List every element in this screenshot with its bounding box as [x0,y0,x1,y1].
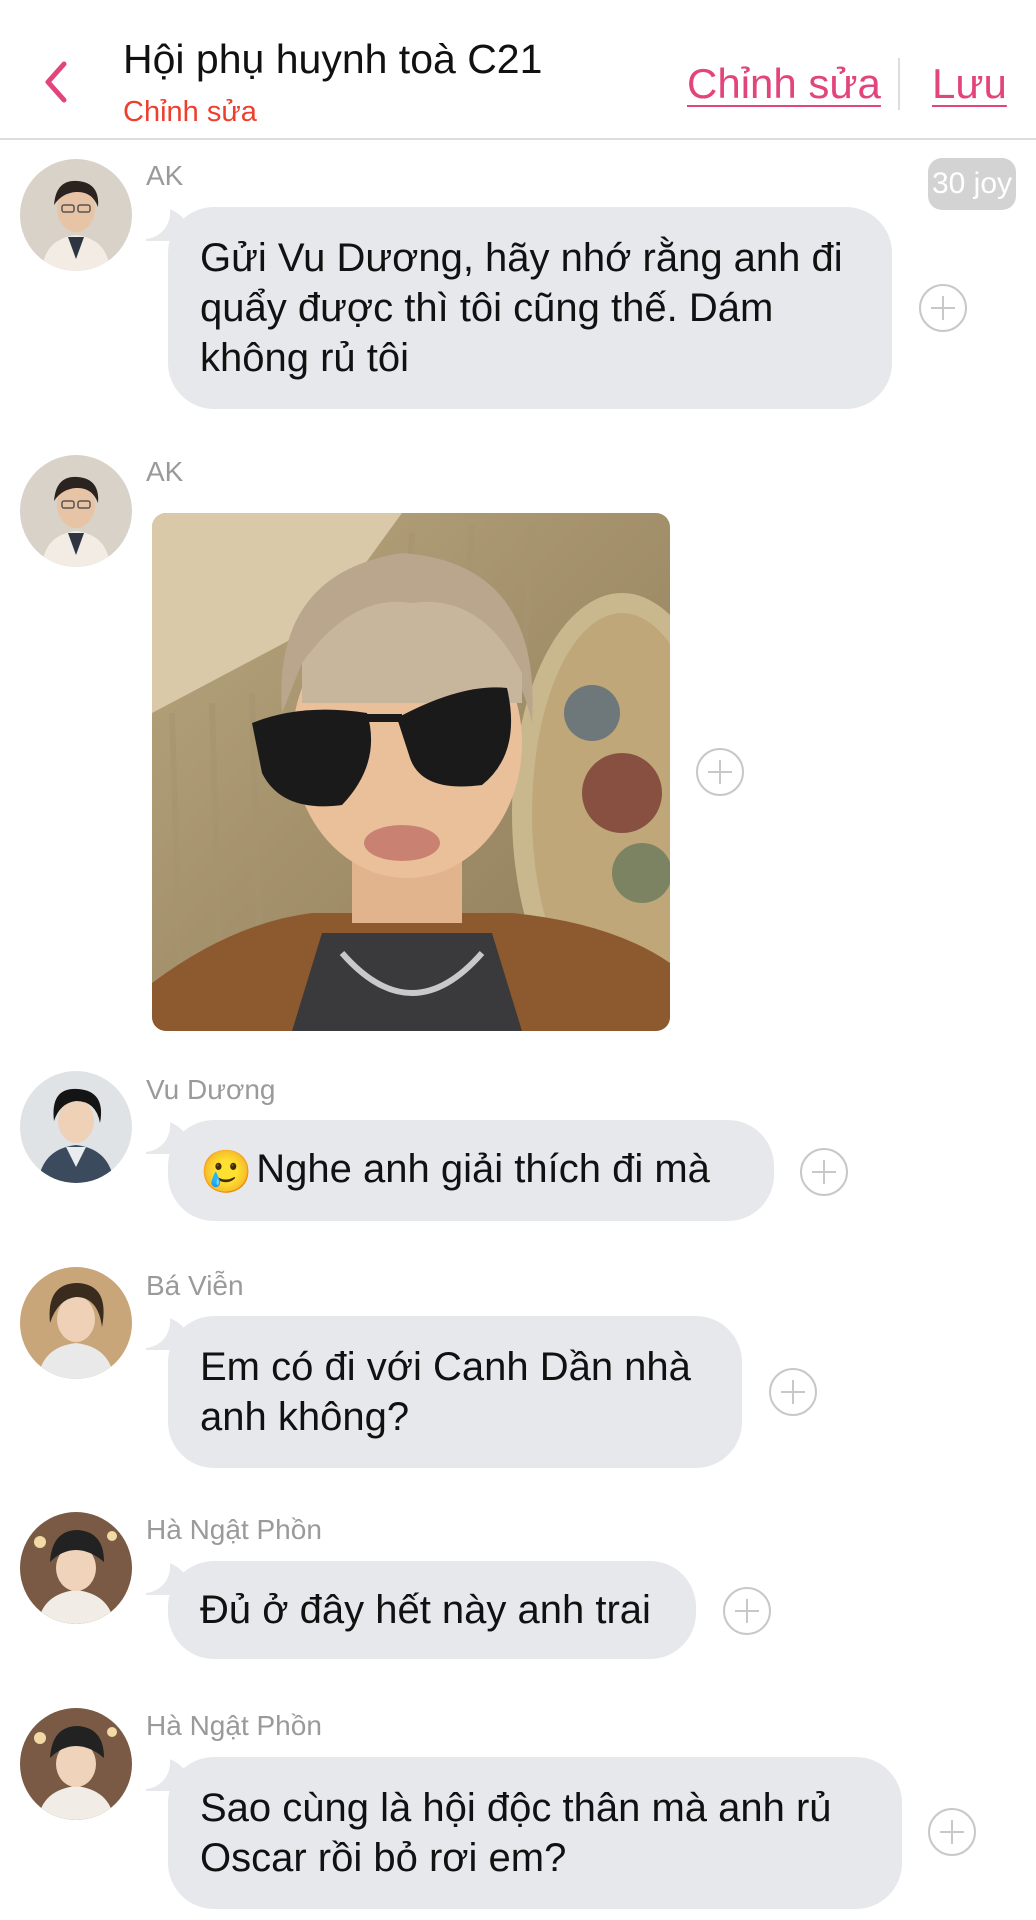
person-avatar-icon [20,455,132,567]
message-text: Đủ ở đây hết này anh trai [200,1588,651,1632]
add-reaction-icon[interactable] [927,1807,977,1857]
avatar-vu-duong[interactable] [20,1071,132,1183]
person-avatar-icon [20,1708,132,1820]
add-reaction-icon[interactable] [918,283,968,333]
crying-smile-emoji-icon: 🥲 [200,1148,253,1195]
avatar-ak[interactable] [20,455,132,567]
message-text: Em có đi với Canh Dần nhà anh không? [200,1345,691,1439]
message-bubble[interactable]: Sao cùng là hội độc thân mà anh rủ Oscar… [144,1753,902,1909]
sender-name: AK [146,456,184,487]
sender-name: Bá Viễn [146,1270,244,1301]
add-reaction-icon[interactable] [695,747,745,797]
sender-name: AK [146,160,184,191]
save-button[interactable]: Lưu [932,60,1007,108]
message-bubble[interactable]: Đủ ở đây hết này anh trai [144,1557,696,1659]
add-reaction-icon[interactable] [722,1586,772,1636]
sender-name: Vu Dương [146,1074,276,1105]
photo-message[interactable] [152,513,670,1031]
sender-name: Hà Ngật Phồn [146,1514,322,1545]
message-bubble[interactable]: Gửi Vu Dương, hãy nhớ rằng anh đi quẩy đ… [144,203,892,409]
sender-name: Hà Ngật Phồn [146,1710,322,1741]
message-bubble[interactable]: Em có đi với Canh Dần nhà anh không? [144,1312,742,1468]
add-reaction-icon[interactable] [768,1367,818,1417]
person-avatar-icon [20,159,132,271]
chat-subtitle[interactable]: Chỉnh sửa [123,96,257,129]
avatar-ak[interactable] [20,159,132,271]
add-reaction-icon[interactable] [799,1147,849,1197]
person-avatar-icon [20,1512,132,1624]
person-avatar-icon [20,1071,132,1183]
person-avatar-icon [20,1267,132,1379]
chevron-left-icon [45,61,67,103]
message-text: Nghe anh giải thích đi mà [256,1147,710,1191]
avatar-ba-vien[interactable] [20,1267,132,1379]
avatar-ha-ngat-phon[interactable] [20,1512,132,1624]
avatar-ha-ngat-phon[interactable] [20,1708,132,1820]
message-text: Gửi Vu Dương, hãy nhớ rằng anh đi quẩy đ… [200,236,843,380]
header-divider [898,58,900,110]
reaction-badge: 30 joy [928,158,1016,210]
message-bubble[interactable]: 🥲 Nghe anh giải thích đi mà [144,1116,774,1221]
back-button[interactable] [36,56,76,108]
chat-title: Hội phụ huynh toà C21 [123,36,543,82]
chat-header: Hội phụ huynh toà C21 Chỉnh sửa Chỉnh sử… [0,0,1036,140]
message-text: Sao cùng là hội độc thân mà anh rủ Oscar… [200,1786,832,1880]
selfie-image [152,513,670,1031]
edit-button[interactable]: Chỉnh sửa [687,60,881,108]
